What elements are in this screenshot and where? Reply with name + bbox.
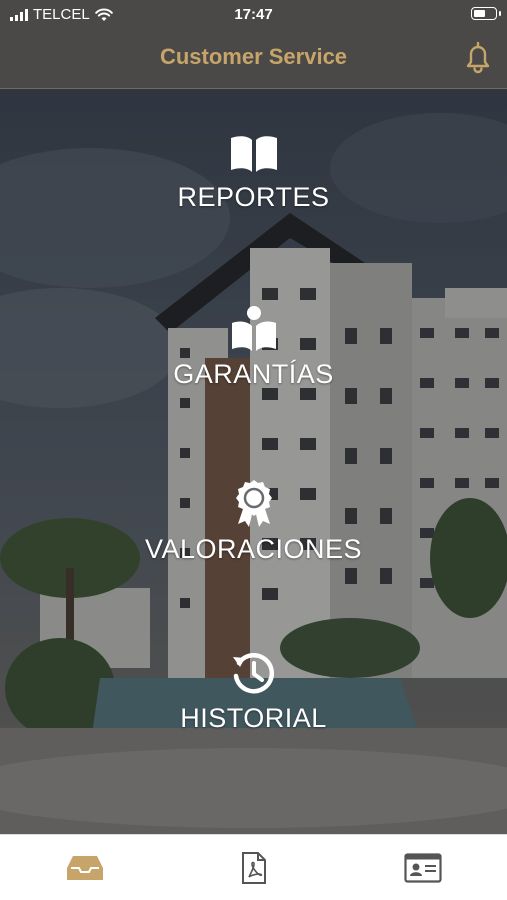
- hero-background: REPORTES GARANTÍAS VALORACIONES HISTORIA…: [0, 88, 507, 834]
- menu-label-garantias: GARANTÍAS: [173, 359, 334, 389]
- bottom-tab-bar: [0, 834, 507, 900]
- menu-label-valoraciones: VALORACIONES: [144, 534, 363, 564]
- reader-icon: [231, 306, 276, 351]
- tab-id-card[interactable]: [338, 835, 507, 900]
- menu-item-garantias[interactable]: GARANTÍAS: [0, 305, 507, 390]
- menu-item-reportes[interactable]: REPORTES: [0, 132, 507, 213]
- status-bar: TELCEL 17:47: [0, 0, 507, 30]
- battery-icon: [471, 7, 501, 20]
- tab-pdf[interactable]: [169, 835, 338, 900]
- menu-item-historial[interactable]: HISTORIAL: [0, 651, 507, 734]
- book-icon: [230, 136, 277, 172]
- menu-item-valoraciones[interactable]: VALORACIONES: [0, 478, 507, 565]
- tab-inbox[interactable]: [0, 835, 169, 900]
- bell-icon[interactable]: [461, 40, 495, 74]
- award-icon: [235, 480, 272, 527]
- inbox-tray-icon: [66, 856, 103, 880]
- battery-nub: [499, 11, 501, 16]
- menu-label-reportes: REPORTES: [177, 182, 330, 212]
- history-icon: [232, 653, 274, 694]
- app-screen: TELCEL 17:47 Customer Service REPORTES G…: [0, 0, 507, 900]
- pdf-file-icon: [241, 852, 266, 884]
- top-bar: TELCEL 17:47 Customer Service: [0, 0, 507, 89]
- status-time: 17:47: [234, 6, 273, 23]
- menu-label-historial: HISTORIAL: [180, 703, 327, 733]
- battery-fill: [474, 10, 485, 17]
- page-title: Customer Service: [159, 44, 348, 69]
- id-card-icon: [403, 853, 442, 883]
